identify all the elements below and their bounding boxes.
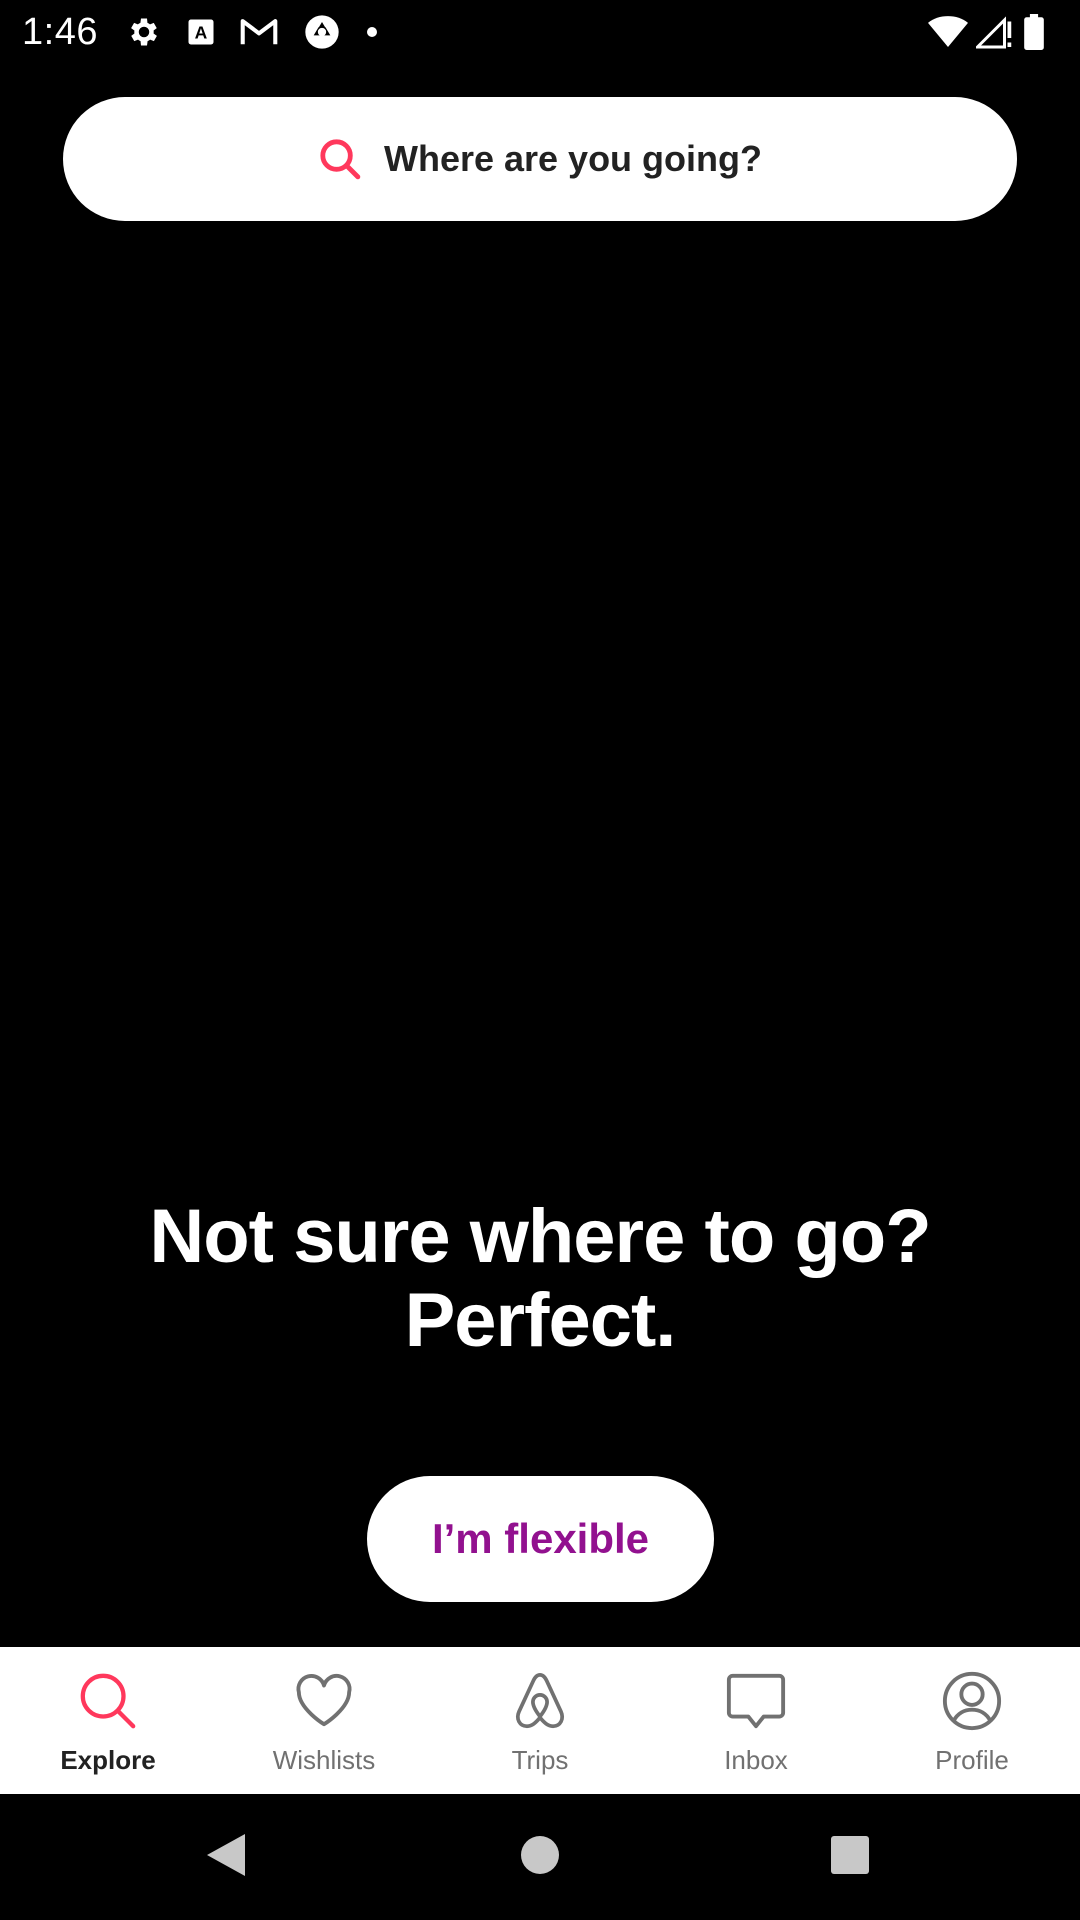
battery-icon [1024,14,1044,50]
wifi-icon [928,15,968,49]
search-icon [318,137,362,181]
hero-line-2: Perfect. [404,1278,677,1363]
dot-icon [366,26,378,38]
tab-label: Inbox [724,1745,788,1775]
airbnb-logo-icon [512,1669,568,1733]
home-icon [520,1835,560,1880]
tab-wishlists[interactable]: Wishlists [216,1647,432,1794]
hero-title: Not sure where to go? Perfect. [0,1195,1080,1363]
hero-line-1: Not sure where to go? [149,1194,931,1279]
back-icon [205,1832,247,1883]
signal-icon [976,15,1012,49]
status-time: 1:46 [22,10,98,53]
svg-text:A: A [195,22,208,42]
heart-icon [293,1669,355,1733]
status-bar: 1:46 A [0,0,1080,64]
camera-shutter-icon [302,12,342,52]
tab-label: Trips [511,1745,569,1775]
settings-icon [126,14,162,50]
tab-label: Explore [60,1745,156,1775]
profile-icon [941,1669,1003,1733]
recents-icon [830,1835,870,1880]
im-flexible-button[interactable]: I’m flexible [367,1476,714,1602]
home-button[interactable] [480,1794,600,1920]
status-right [920,0,1044,64]
app-screen: 1:46 A Where are you going? Not sure whe… [0,0,1080,1920]
text-a-icon: A [186,17,216,47]
bottom-tab-bar: Explore Wishlists Trips Inbox Profile [0,1647,1080,1794]
tab-explore[interactable]: Explore [0,1647,216,1794]
tab-inbox[interactable]: Inbox [648,1647,864,1794]
back-button[interactable] [166,1794,286,1920]
notification-icons: A [126,12,402,52]
system-nav-bar [0,1794,1080,1920]
tab-label: Profile [935,1745,1009,1775]
search-icon [77,1669,139,1733]
tab-trips[interactable]: Trips [432,1647,648,1794]
gmail-icon [240,17,278,47]
message-icon [725,1669,787,1733]
tab-label: Wishlists [272,1745,376,1775]
recents-button[interactable] [790,1794,910,1920]
search-placeholder: Where are you going? [383,138,763,179]
status-left: 1:46 A [22,0,402,64]
search-bar[interactable]: Where are you going? [63,97,1017,221]
tab-profile[interactable]: Profile [864,1647,1080,1794]
